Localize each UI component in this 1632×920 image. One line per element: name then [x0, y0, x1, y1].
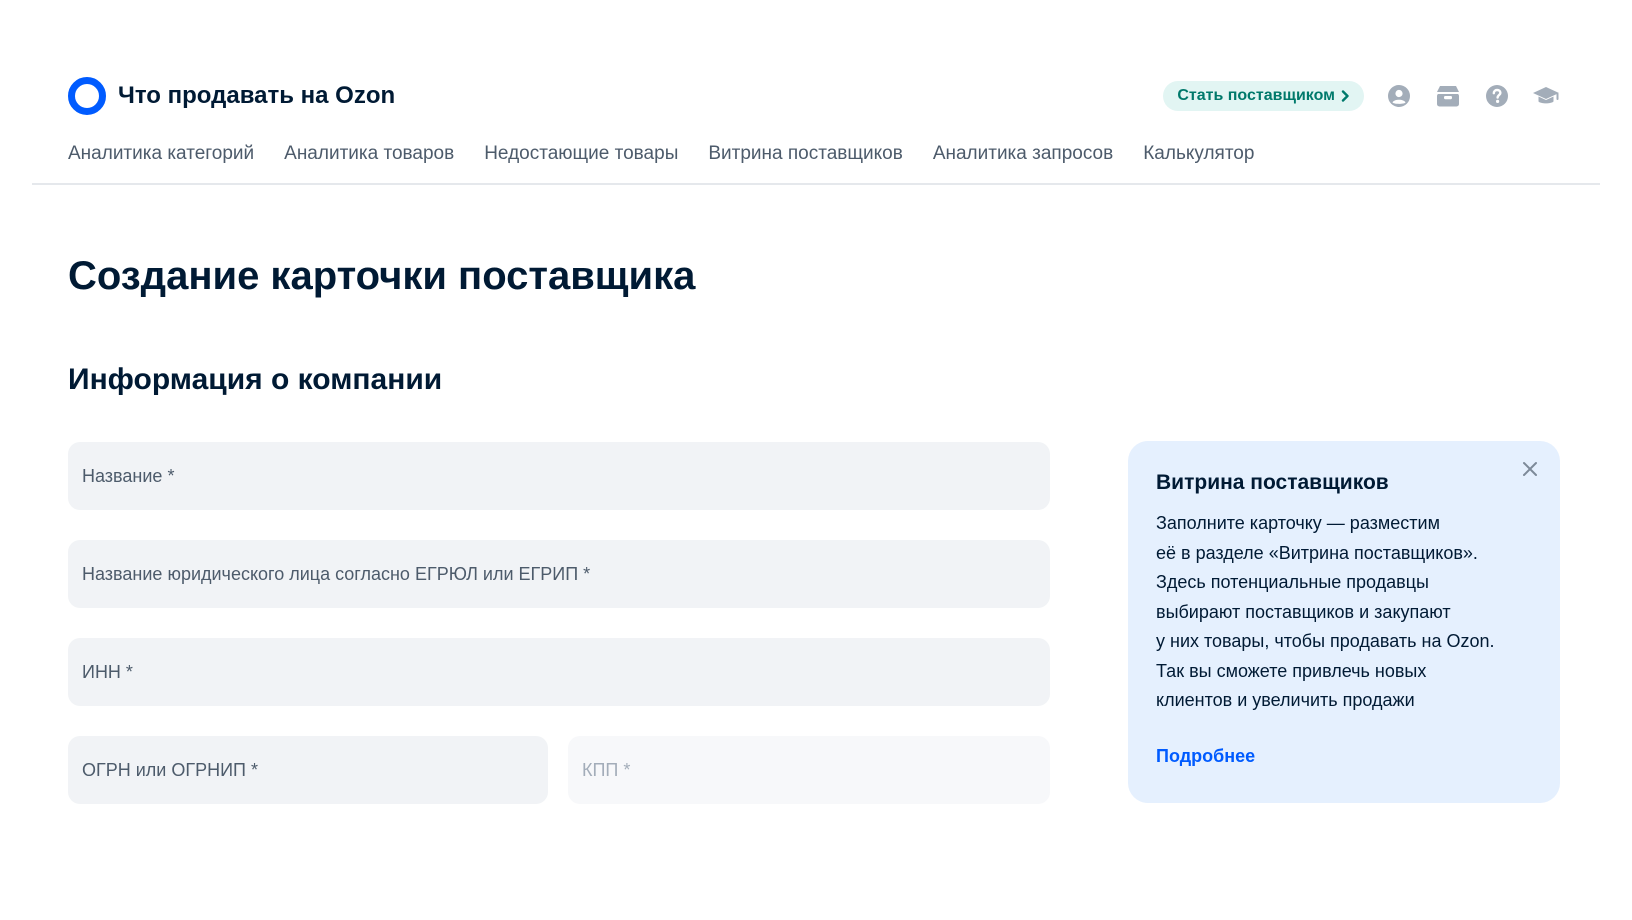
logo[interactable]: Что продавать на Ozon: [68, 77, 395, 115]
info-card-text: Заполните карточку — разместим её в разд…: [1156, 509, 1532, 716]
supplier-showcase-info-card: Витрина поставщиков Заполните карточку —…: [1128, 441, 1560, 803]
nav-product-analytics[interactable]: Аналитика товаров: [284, 143, 454, 165]
learn-more-link[interactable]: Подробнее: [1156, 746, 1255, 767]
nav-supplier-showcase[interactable]: Витрина поставщиков: [708, 143, 902, 165]
info-card-line: Так вы сможете привлечь новых: [1156, 660, 1427, 681]
header: Что продавать на Ozon Стать поставщиком: [0, 0, 1632, 185]
info-card-line: выбирают поставщиков и закупают: [1156, 601, 1451, 622]
chevron-right-icon: [1341, 90, 1349, 102]
help-icon[interactable]: [1483, 82, 1511, 110]
become-supplier-button[interactable]: Стать поставщиком: [1163, 81, 1364, 111]
education-icon[interactable]: [1532, 82, 1560, 110]
box-icon[interactable]: [1434, 82, 1462, 110]
close-icon[interactable]: [1516, 455, 1544, 483]
header-divider: [32, 183, 1600, 185]
ogrn-placeholder: ОГРН или ОГРНИП *: [82, 759, 259, 780]
legal-name-placeholder: Название юридического лица согласно ЕГРЮ…: [82, 563, 591, 584]
inn-field[interactable]: ИНН *: [68, 638, 1050, 706]
info-card-line: у них товары, чтобы продавать на Ozon.: [1156, 631, 1495, 651]
kpp-field: КПП *: [568, 736, 1050, 804]
header-actions: Стать поставщиком: [1163, 81, 1560, 111]
legal-name-field[interactable]: Название юридического лица согласно ЕГРЮ…: [68, 540, 1050, 608]
ozon-logo-icon: [68, 77, 106, 115]
page-title: Создание карточки поставщика: [68, 254, 696, 298]
info-card-title: Витрина поставщиков: [1156, 471, 1389, 494]
ogrn-field[interactable]: ОГРН или ОГРНИП *: [68, 736, 548, 804]
inn-placeholder: ИНН *: [82, 661, 133, 682]
become-supplier-label: Стать поставщиком: [1177, 87, 1335, 104]
info-card-line: клиентов и увеличить продажи: [1156, 690, 1415, 710]
profile-icon[interactable]: [1385, 82, 1413, 110]
kpp-placeholder: КПП *: [582, 759, 631, 780]
logo-text: Что продавать на Ozon: [118, 82, 396, 109]
section-title: Информация о компании: [68, 363, 443, 396]
main-nav: Аналитика категорий Аналитика товаров Не…: [68, 143, 1254, 165]
nav-missing-products[interactable]: Недостающие товары: [484, 143, 678, 165]
company-name-field[interactable]: Название *: [68, 442, 1050, 510]
info-card-line: её в разделе «Витрина поставщиков».: [1156, 542, 1478, 563]
info-card-line: Здесь потенциальные продавцы: [1156, 572, 1429, 592]
nav-calculator[interactable]: Калькулятор: [1143, 143, 1254, 165]
company-name-placeholder: Название *: [82, 465, 175, 486]
nav-search-analytics[interactable]: Аналитика запросов: [933, 143, 1113, 165]
info-card-line: Заполните карточку — разместим: [1156, 513, 1440, 533]
nav-category-analytics[interactable]: Аналитика категорий: [68, 143, 254, 165]
